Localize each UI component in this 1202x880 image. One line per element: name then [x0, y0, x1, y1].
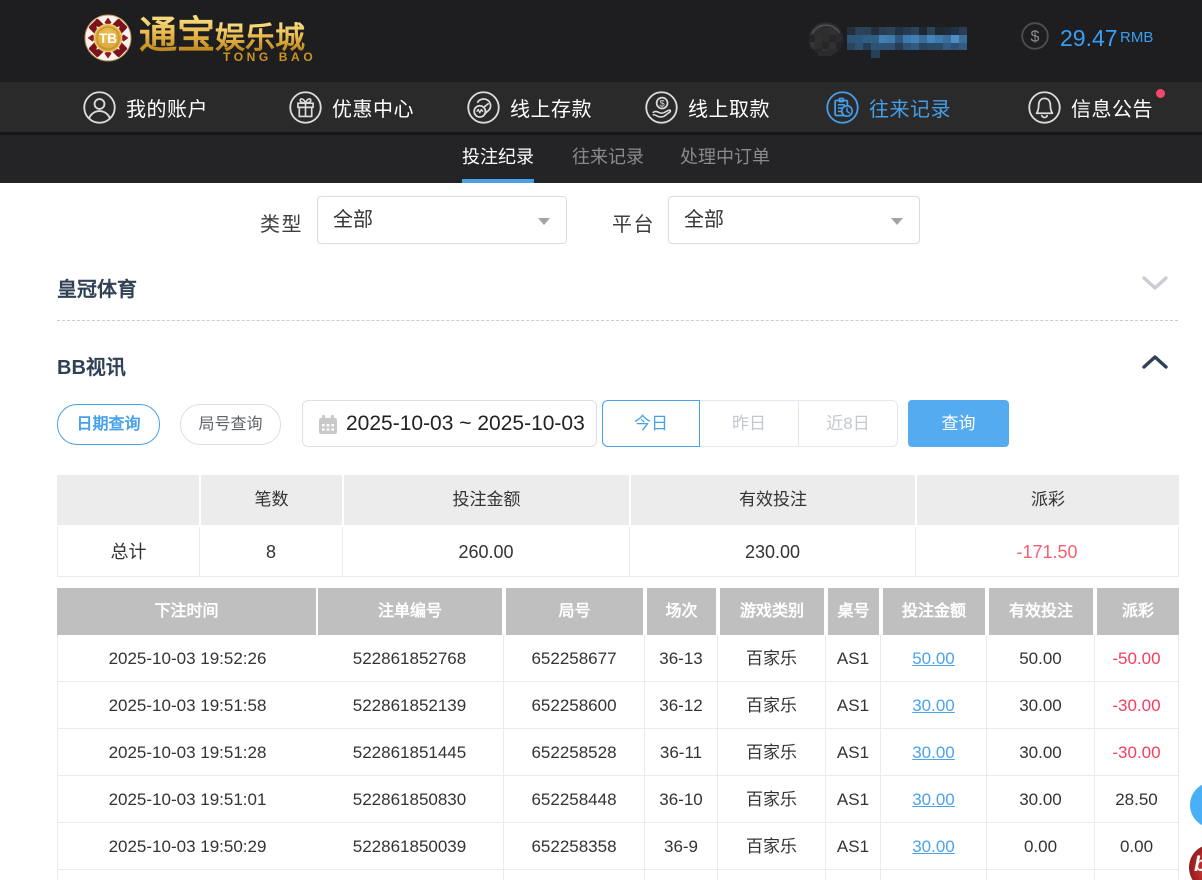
svg-text:TB: TB — [99, 31, 117, 46]
svg-text:$: $ — [660, 98, 665, 108]
svg-text:$: $ — [1031, 29, 1040, 46]
